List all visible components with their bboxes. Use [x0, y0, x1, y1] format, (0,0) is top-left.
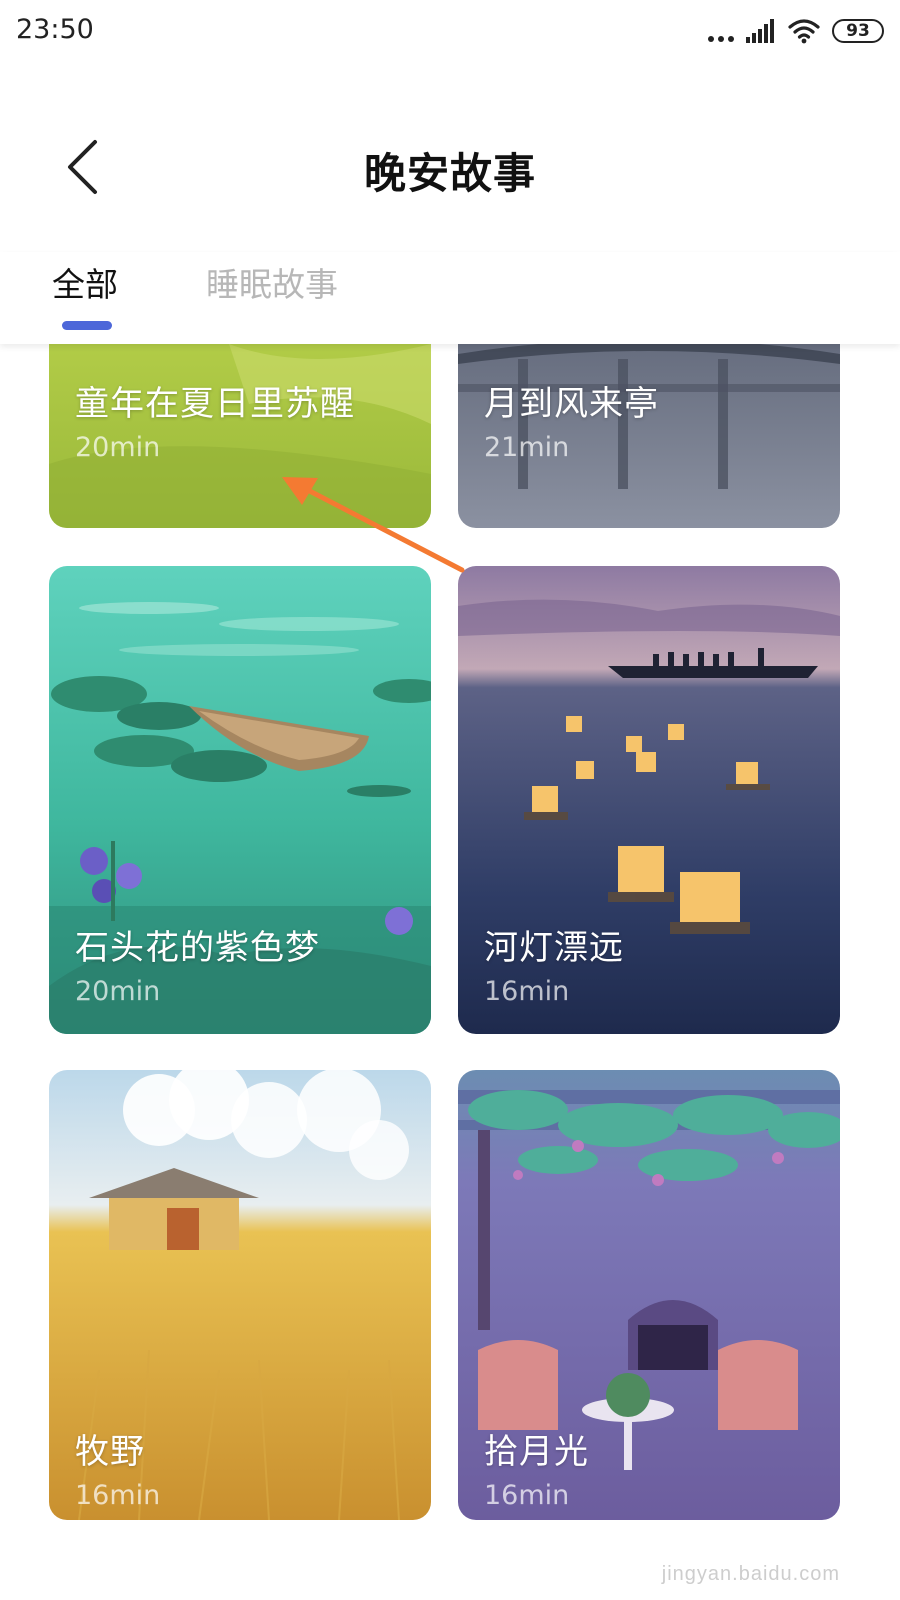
- story-title: 牧野: [75, 1432, 145, 1472]
- page-title: 晚安故事: [363, 149, 536, 198]
- story-duration: 20min: [75, 976, 161, 1007]
- wifi-icon: [788, 19, 820, 44]
- status-icons: 93: [708, 16, 884, 46]
- battery-icon: 93: [832, 19, 884, 43]
- story-card[interactable]: 河灯漂远 16min: [458, 566, 840, 1034]
- tab-all[interactable]: 全部: [52, 258, 118, 306]
- battery-level: 93: [846, 21, 870, 41]
- watermark: Baidu经验 jingyan.baidu.com: [662, 1514, 840, 1586]
- story-duration: 21min: [484, 432, 570, 463]
- watermark-logo: Baidu经验: [661, 1523, 825, 1561]
- tab-bar: 全部 睡眠故事: [0, 252, 900, 344]
- status-bar: 23:50 93: [0, 0, 900, 62]
- more-dots-icon: [708, 20, 734, 42]
- story-duration: 16min: [75, 1480, 161, 1511]
- story-title: 拾月光: [484, 1432, 589, 1472]
- story-card[interactable]: 拾月光 16min: [458, 1070, 840, 1520]
- story-grid: 童年在夏日里苏醒 20min 月到风来亭 21min 石头花的紫色梦 20min…: [0, 344, 900, 1556]
- watermark-url: jingyan.baidu.com: [661, 1563, 840, 1585]
- tab-sleep-stories[interactable]: 睡眠故事: [206, 258, 338, 306]
- story-card[interactable]: 月到风来亭 21min: [458, 344, 840, 528]
- header: 晚安故事: [0, 62, 900, 252]
- story-title: 童年在夏日里苏醒: [75, 384, 355, 424]
- story-duration: 16min: [484, 976, 570, 1007]
- story-title: 石头花的紫色梦: [75, 928, 320, 968]
- story-title: 河灯漂远: [484, 928, 624, 968]
- story-card[interactable]: 童年在夏日里苏醒 20min: [49, 344, 431, 528]
- story-duration: 20min: [75, 432, 161, 463]
- status-time: 23:50: [16, 14, 94, 45]
- story-duration: 16min: [484, 1480, 570, 1511]
- story-title: 月到风来亭: [484, 384, 659, 424]
- story-card[interactable]: 石头花的紫色梦 20min: [49, 566, 431, 1034]
- active-tab-indicator: [62, 321, 112, 330]
- story-card[interactable]: 牧野 16min: [49, 1070, 431, 1520]
- signal-icon: [746, 19, 774, 43]
